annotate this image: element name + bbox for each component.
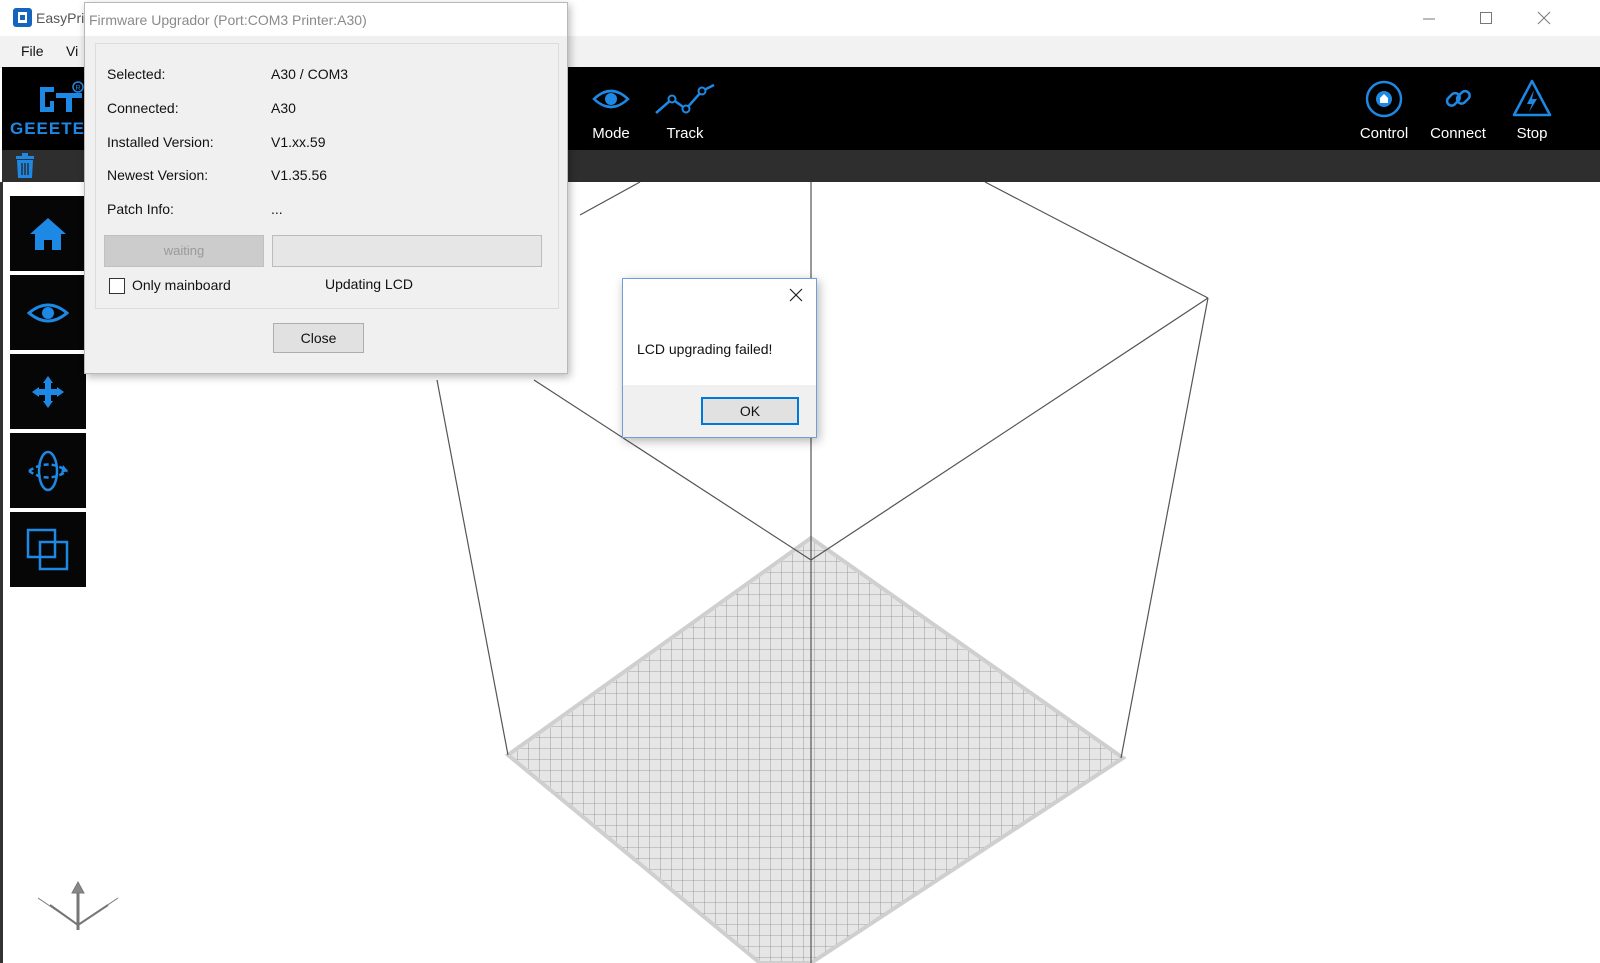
only-mainboard-checkbox[interactable]	[109, 278, 125, 294]
ok-button[interactable]: OK	[701, 397, 799, 425]
firmware-upgrader-dialog: Firmware Upgrador (Port:COM3 Printer:A30…	[84, 2, 568, 374]
selected-label: Selected:	[107, 66, 166, 82]
error-message-box: LCD upgrading failed! OK	[622, 278, 817, 438]
maximize-icon	[1480, 12, 1492, 24]
patch-info-value: ...	[271, 201, 283, 217]
layers-icon	[26, 528, 69, 570]
maximize-button[interactable]	[1471, 6, 1501, 30]
waiting-button[interactable]: waiting	[104, 235, 264, 267]
message-text: LCD upgrading failed!	[637, 341, 773, 357]
home-icon	[30, 217, 66, 250]
control-tool[interactable]: Control	[1349, 77, 1419, 142]
close-icon	[1537, 11, 1551, 25]
stop-tool[interactable]: Stop	[1497, 77, 1567, 142]
menu-view[interactable]: Vi	[66, 43, 78, 59]
home-view-button[interactable]	[10, 196, 86, 271]
installed-version-label: Installed Version:	[107, 134, 214, 150]
firmware-dialog-title-bar: Firmware Upgrador (Port:COM3 Printer:A30…	[85, 3, 567, 36]
app-title: EasyPri	[36, 10, 85, 26]
track-label: Track	[666, 125, 704, 142]
mode-tool[interactable]: Mode	[576, 77, 646, 142]
stop-icon	[1512, 79, 1552, 117]
eye-icon	[592, 89, 630, 109]
only-mainboard-label: Only mainboard	[132, 277, 231, 293]
patch-info-label: Patch Info:	[107, 201, 174, 217]
view-button[interactable]	[10, 275, 86, 350]
connected-value: A30	[271, 100, 296, 116]
window-close-button[interactable]	[1529, 6, 1559, 30]
newest-version-value: V1.35.56	[271, 167, 328, 183]
track-tool[interactable]: Track	[650, 77, 720, 142]
axis-gizmo	[37, 880, 119, 930]
rotate-button[interactable]	[10, 433, 86, 508]
trash-icon	[16, 153, 34, 178]
upgrade-progress-bar	[272, 235, 542, 267]
logo-text: GEEETE	[10, 119, 85, 138]
left-edge	[0, 182, 3, 963]
upgrade-status-text: Updating LCD	[325, 276, 413, 292]
rotate-icon	[28, 450, 68, 491]
minimize-icon	[1423, 18, 1435, 20]
move-icon	[32, 375, 64, 408]
connect-tool[interactable]: Connect	[1423, 77, 1493, 142]
layers-button[interactable]	[10, 512, 86, 587]
stop-label: Stop	[1516, 125, 1548, 142]
mode-label: Mode	[592, 125, 630, 142]
message-close-button[interactable]	[786, 285, 806, 305]
menu-file[interactable]: File	[21, 43, 44, 59]
connected-label: Connected:	[107, 100, 179, 116]
control-icon	[1365, 80, 1403, 118]
move-button[interactable]	[10, 354, 86, 429]
newest-version-label: Newest Version:	[107, 167, 209, 183]
track-icon	[655, 83, 715, 114]
close-icon	[789, 288, 803, 302]
selected-value: A30 / COM3	[271, 66, 349, 82]
firmware-info-group: Selected: A30 / COM3 Connected: A30 Inst…	[95, 43, 559, 309]
svg-text:R: R	[75, 85, 80, 92]
installed-version-value: V1.xx.59	[271, 134, 326, 150]
app-icon	[13, 8, 32, 27]
message-footer: OK	[623, 385, 816, 437]
connect-label: Connect	[1430, 125, 1486, 142]
firmware-dialog-title: Firmware Upgrador (Port:COM3 Printer:A30…	[89, 12, 367, 28]
minimize-button[interactable]	[1414, 6, 1444, 30]
build-plate	[504, 535, 1127, 963]
close-button[interactable]: Close	[273, 323, 364, 353]
geeetech-logo: R GEEETE	[10, 81, 88, 144]
delete-button[interactable]	[14, 153, 36, 184]
link-icon	[1445, 89, 1471, 107]
control-label: Control	[1359, 125, 1409, 142]
eye-icon	[27, 303, 69, 322]
